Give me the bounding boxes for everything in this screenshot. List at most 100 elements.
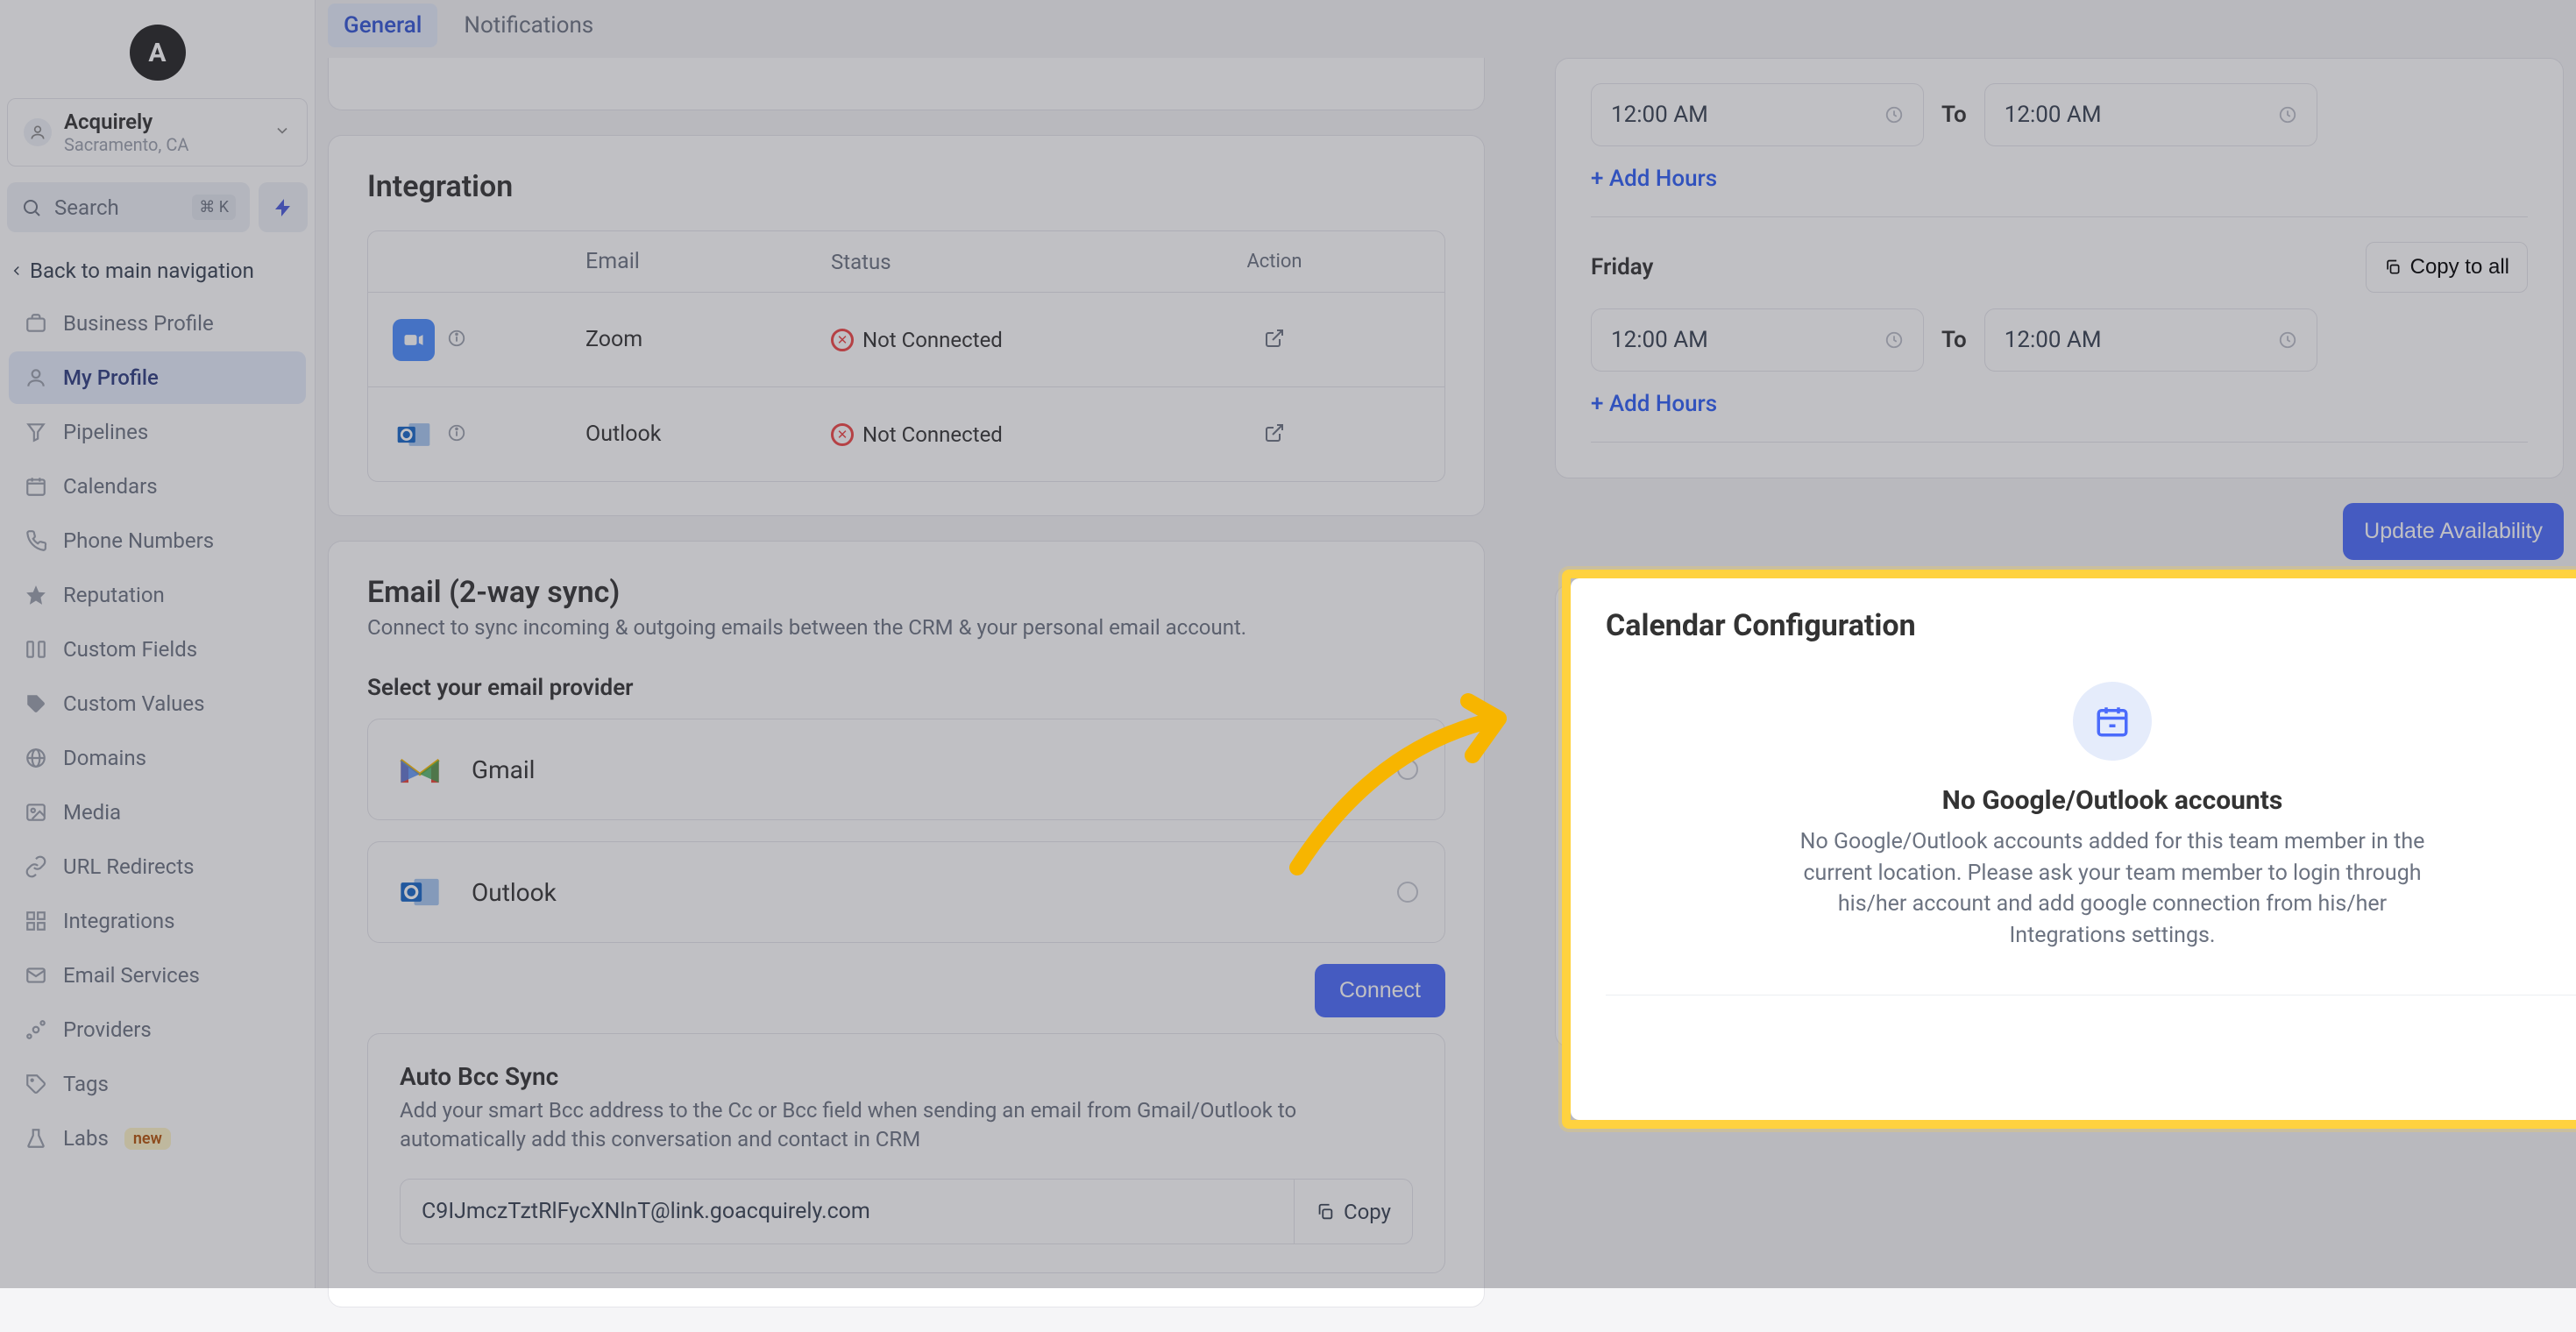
fields-icon bbox=[25, 638, 47, 661]
friday-from-input[interactable]: 12:00 AM bbox=[1591, 308, 1924, 372]
not-connected-icon: ✕ bbox=[831, 329, 854, 351]
search-kbd: ⌘ K bbox=[192, 195, 236, 220]
to-label: To bbox=[1941, 327, 1967, 353]
nav-calendars[interactable]: Calendars bbox=[9, 460, 306, 513]
row-app-outlook: Outlook bbox=[585, 422, 831, 447]
provider-outlook[interactable]: Outlook bbox=[367, 841, 1445, 943]
email-sync-card: Email (2-way sync) Connect to sync incom… bbox=[328, 541, 1485, 1307]
add-hours-thursday[interactable]: + Add Hours bbox=[1591, 166, 2528, 192]
nav-reputation[interactable]: Reputation bbox=[9, 569, 306, 621]
nav-labs[interactable]: Labsnew bbox=[9, 1112, 306, 1165]
nav-domains[interactable]: Domains bbox=[9, 732, 306, 784]
grid-icon bbox=[25, 910, 47, 932]
clock-icon bbox=[2278, 330, 2297, 350]
org-selector[interactable]: Acquirely Sacramento, CA bbox=[7, 98, 308, 166]
nav-pipelines[interactable]: Pipelines bbox=[9, 406, 306, 458]
email-sync-title: Email (2-way sync) bbox=[367, 575, 1445, 610]
org-text: Acquirely Sacramento, CA bbox=[64, 110, 261, 155]
availability-card: 12:00 AM To 12:00 AM + Add Hours Friday … bbox=[1555, 58, 2564, 478]
nav-email-services[interactable]: Email Services bbox=[9, 949, 306, 1002]
nav-custom-fields[interactable]: Custom Fields bbox=[9, 623, 306, 676]
user-icon bbox=[25, 366, 47, 389]
nav-my-profile[interactable]: My Profile bbox=[9, 351, 306, 404]
provider-gmail-label: Gmail bbox=[472, 755, 1371, 784]
search-input[interactable]: Search ⌘ K bbox=[7, 182, 250, 232]
copy-icon bbox=[2384, 259, 2402, 276]
tab-general[interactable]: General bbox=[328, 4, 437, 47]
radio-outlook[interactable] bbox=[1397, 882, 1418, 903]
nav-media[interactable]: Media bbox=[9, 786, 306, 839]
gmail-icon bbox=[394, 744, 445, 795]
row-status-zoom: Not Connected bbox=[862, 328, 1003, 352]
outlook-action-link[interactable] bbox=[1264, 422, 1285, 447]
bcc-address[interactable]: C9IJmczTztRlFycXNlnT@link.goacquirely.co… bbox=[401, 1180, 1294, 1243]
row-status-outlook: Not Connected bbox=[862, 422, 1003, 447]
back-to-main-nav[interactable]: Back to main navigation bbox=[0, 250, 315, 292]
app-logo: A bbox=[130, 25, 186, 81]
quick-action-button[interactable] bbox=[259, 182, 308, 232]
nav-url-redirects[interactable]: URL Redirects bbox=[9, 840, 306, 893]
new-badge: new bbox=[124, 1128, 171, 1150]
friday-to-input[interactable]: 12:00 AM bbox=[1984, 308, 2317, 372]
friday-label: Friday bbox=[1591, 254, 1653, 280]
briefcase-icon bbox=[25, 312, 47, 335]
nav-custom-values[interactable]: Custom Values bbox=[9, 677, 306, 730]
copy-to-all-button[interactable]: Copy to all bbox=[2366, 242, 2528, 293]
integration-card: Integration Email Status Action bbox=[328, 135, 1485, 516]
calendar-icon bbox=[25, 475, 47, 498]
prev-card-stub bbox=[328, 58, 1485, 110]
copy-button[interactable]: Copy bbox=[1294, 1180, 1412, 1243]
thursday-from-input[interactable]: 12:00 AM bbox=[1591, 83, 1924, 146]
divider bbox=[1591, 216, 2528, 217]
col-status: Status bbox=[831, 250, 891, 274]
clock-icon bbox=[1884, 105, 1904, 124]
external-link-icon bbox=[1264, 328, 1285, 349]
thursday-to-input[interactable]: 12:00 AM bbox=[1984, 83, 2317, 146]
email-sync-subtitle: Connect to sync incoming & outgoing emai… bbox=[367, 615, 1445, 640]
phone-icon bbox=[25, 529, 47, 552]
info-icon[interactable] bbox=[447, 329, 466, 351]
integration-row-outlook: Outlook ✕Not Connected bbox=[368, 386, 1444, 481]
tab-notifications[interactable]: Notifications bbox=[448, 4, 609, 47]
link-icon bbox=[25, 855, 47, 878]
clock-icon bbox=[2278, 105, 2297, 124]
bolt-icon bbox=[273, 197, 294, 218]
auto-bcc-title: Auto Bcc Sync bbox=[400, 1062, 1413, 1091]
sidebar: A Acquirely Sacramento, CA Search ⌘ K Ba… bbox=[0, 0, 316, 1288]
image-icon bbox=[25, 801, 47, 824]
nav-tags[interactable]: Tags bbox=[9, 1058, 306, 1110]
nav-integrations[interactable]: Integrations bbox=[9, 895, 306, 947]
update-availability-button[interactable]: Update Availability bbox=[2343, 503, 2564, 560]
filter-icon bbox=[25, 421, 47, 443]
integration-row-zoom: Zoom ✕Not Connected bbox=[368, 292, 1444, 386]
tabs: General Notifications bbox=[316, 0, 2576, 58]
radio-gmail[interactable] bbox=[1397, 759, 1418, 780]
auto-bcc-section: Auto Bcc Sync Add your smart Bcc address… bbox=[367, 1033, 1445, 1273]
nav-providers[interactable]: Providers bbox=[9, 1003, 306, 1056]
outlook-icon bbox=[393, 414, 435, 456]
provider-gmail[interactable]: Gmail bbox=[367, 719, 1445, 820]
nav-business-profile[interactable]: Business Profile bbox=[9, 297, 306, 350]
star-icon bbox=[25, 584, 47, 606]
chevron-down-icon bbox=[273, 122, 291, 143]
globe-icon bbox=[25, 747, 47, 769]
connect-button[interactable]: Connect bbox=[1315, 964, 1445, 1017]
auto-bcc-desc: Add your smart Bcc address to the Cc or … bbox=[400, 1096, 1413, 1154]
tag-icon bbox=[25, 692, 47, 715]
integration-table: Email Status Action Zoom ✕Not Connected bbox=[367, 230, 1445, 482]
providers-icon bbox=[25, 1018, 47, 1041]
col-action: Action bbox=[1246, 251, 1302, 273]
logo-wrap: A bbox=[0, 0, 315, 98]
nav-list: Business Profile My Profile Pipelines Ca… bbox=[0, 297, 315, 1166]
add-hours-friday[interactable]: + Add Hours bbox=[1591, 391, 2528, 417]
chevron-left-icon bbox=[9, 263, 25, 279]
zoom-action-link[interactable] bbox=[1264, 328, 1285, 352]
info-icon[interactable] bbox=[447, 423, 466, 446]
clock-icon bbox=[1884, 330, 1904, 350]
org-location: Sacramento, CA bbox=[64, 134, 261, 155]
search-icon bbox=[21, 197, 42, 218]
nav-phone-numbers[interactable]: Phone Numbers bbox=[9, 514, 306, 567]
org-icon bbox=[24, 118, 52, 146]
outlook-icon bbox=[394, 867, 445, 918]
org-name: Acquirely bbox=[64, 110, 261, 134]
